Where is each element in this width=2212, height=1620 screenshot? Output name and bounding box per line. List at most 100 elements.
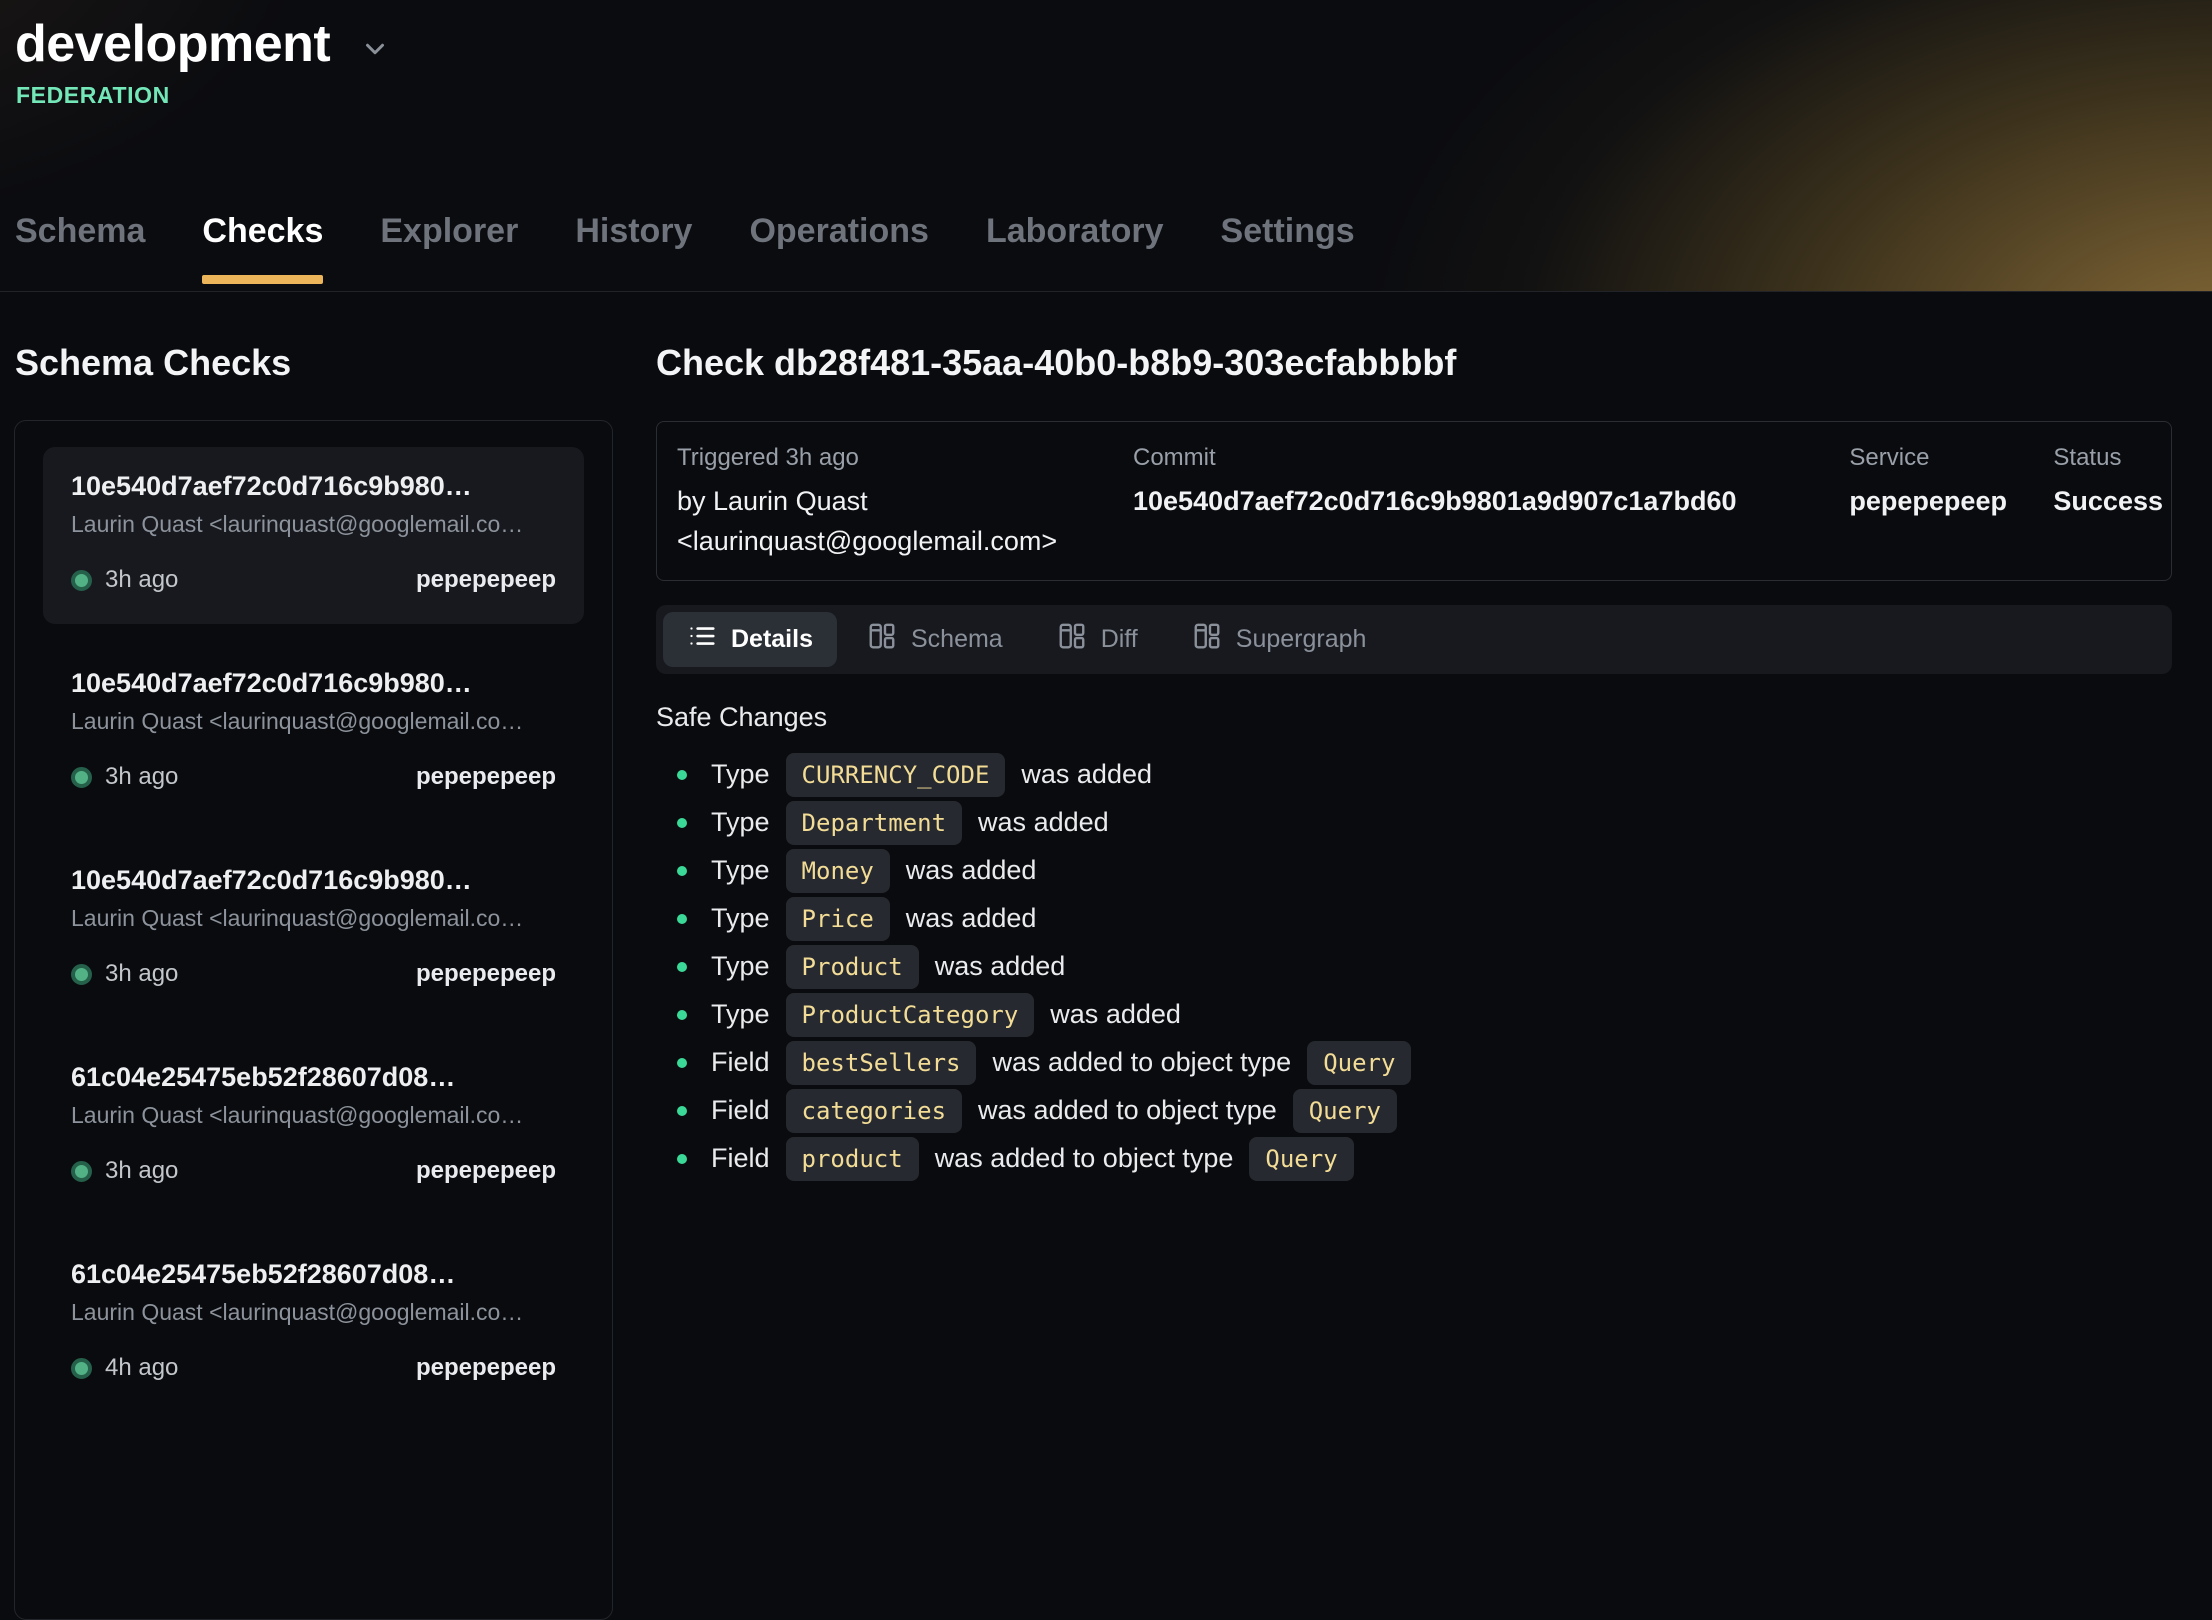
detail-tab-details[interactable]: Details bbox=[663, 612, 837, 667]
sidebar-title: Schema Checks bbox=[15, 342, 613, 384]
change-suffix: was added bbox=[906, 903, 1037, 934]
status-value: Success bbox=[2053, 482, 2163, 522]
change-row: Type Product was added bbox=[656, 943, 2172, 991]
bullet-icon bbox=[677, 914, 687, 924]
page: development FEDERATION Schema Checks Explo… bbox=[0, 0, 2212, 1474]
check-item-time: 3h ago bbox=[105, 960, 178, 988]
check-list-item[interactable]: 10e540d7aef72c0d716c9b980… Laurin Quast … bbox=[43, 447, 584, 624]
bullet-icon bbox=[677, 1154, 687, 1164]
detail-tab-diff[interactable]: Diff bbox=[1033, 612, 1162, 667]
columns-icon bbox=[1192, 621, 1222, 658]
info-service: Service pepepepeep bbox=[1849, 444, 2053, 562]
bullet-icon bbox=[677, 770, 687, 780]
nav-tab-operations[interactable]: Operations bbox=[749, 212, 928, 291]
change-kind: Type bbox=[711, 759, 770, 790]
check-list-item[interactable]: 10e540d7aef72c0d716c9b980… Laurin Quast … bbox=[43, 841, 584, 1018]
change-suffix: was added to object type bbox=[992, 1047, 1291, 1078]
change-kind: Type bbox=[711, 903, 770, 934]
bullet-icon bbox=[677, 962, 687, 972]
change-row: Field categories was added to object typ… bbox=[656, 1087, 2172, 1135]
detail-tabs: Details Schema Diff Supergraph bbox=[656, 605, 2172, 674]
nav-tab-settings[interactable]: Settings bbox=[1221, 212, 1355, 291]
nav-tab-checks[interactable]: Checks bbox=[202, 212, 323, 291]
bullet-icon bbox=[677, 1106, 687, 1116]
change-target-badge: Query bbox=[1307, 1041, 1411, 1085]
check-item-meta: 3h ago pepepepeep bbox=[71, 566, 556, 594]
check-item-author: Laurin Quast <laurinquast@googlemail.co… bbox=[71, 905, 556, 932]
change-suffix: was added bbox=[978, 807, 1109, 838]
check-item-time: 4h ago bbox=[105, 1354, 178, 1382]
nav-tab-explorer[interactable]: Explorer bbox=[380, 212, 518, 291]
check-list-item[interactable]: 10e540d7aef72c0d716c9b980… Laurin Quast … bbox=[43, 644, 584, 821]
page-title: development bbox=[15, 14, 330, 74]
section-title: Safe Changes bbox=[656, 702, 2172, 733]
info-commit: Commit 10e540d7aef72c0d716c9b9801a9d907c… bbox=[1133, 444, 1849, 562]
change-name-badge: bestSellers bbox=[786, 1041, 977, 1085]
change-suffix: was added bbox=[1050, 999, 1181, 1030]
info-status: Status Success bbox=[2053, 444, 2163, 562]
change-kind: Type bbox=[711, 807, 770, 838]
check-item-author: Laurin Quast <laurinquast@googlemail.co… bbox=[71, 1102, 556, 1129]
check-list-item[interactable]: 61c04e25475eb52f28607d08… Laurin Quast <… bbox=[43, 1038, 584, 1215]
service-label: Service bbox=[1849, 444, 2053, 472]
change-suffix: was added bbox=[1021, 759, 1152, 790]
change-name-badge: Money bbox=[786, 849, 890, 893]
info-triggered: Triggered 3h ago by Laurin Quast <laurin… bbox=[677, 444, 1133, 562]
list-icon bbox=[687, 621, 717, 658]
change-name-badge: product bbox=[786, 1137, 919, 1181]
commit-value: 10e540d7aef72c0d716c9b9801a9d907c1a7bd60 bbox=[1133, 482, 1849, 522]
main-nav: Schema Checks Explorer History Operations Lab… bbox=[15, 212, 1355, 291]
change-row: Type Department was added bbox=[656, 799, 2172, 847]
check-item-author: Laurin Quast <laurinquast@googlemail.co… bbox=[71, 511, 556, 538]
project-type-badge: FEDERATION bbox=[16, 82, 2212, 109]
change-name-badge: Price bbox=[786, 897, 890, 941]
columns-icon bbox=[1057, 621, 1087, 658]
check-item-meta: 3h ago pepepepeep bbox=[71, 1157, 556, 1185]
check-item-service: pepepepeep bbox=[416, 763, 556, 791]
status-dot-icon bbox=[71, 767, 92, 788]
nav-tab-laboratory[interactable]: Laboratory bbox=[986, 212, 1164, 291]
change-kind: Type bbox=[711, 951, 770, 982]
change-name-badge: CURRENCY_CODE bbox=[786, 753, 1006, 797]
change-suffix: was added bbox=[906, 855, 1037, 886]
check-item-time: 3h ago bbox=[105, 1157, 178, 1185]
service-value: pepepepeep bbox=[1849, 482, 2053, 522]
check-detail-panel: Check db28f481-35aa-40b0-b8b9-303ecfabbb… bbox=[656, 292, 2172, 1183]
check-item-service: pepepepeep bbox=[416, 566, 556, 594]
check-info-box: Triggered 3h ago by Laurin Quast <laurin… bbox=[656, 421, 2172, 581]
status-dot-icon bbox=[71, 1161, 92, 1182]
change-row: Field bestSellers was added to object ty… bbox=[656, 1039, 2172, 1087]
check-item-meta: 4h ago pepepepeep bbox=[71, 1354, 556, 1382]
commit-label: Commit bbox=[1133, 444, 1849, 472]
change-suffix: was added to object type bbox=[935, 1143, 1234, 1174]
check-list-item[interactable]: 61c04e25475eb52f28607d08… Laurin Quast <… bbox=[43, 1235, 584, 1412]
bullet-icon bbox=[677, 1010, 687, 1020]
bullet-icon bbox=[677, 1058, 687, 1068]
changes-list: Type CURRENCY_CODE was added Type Depart… bbox=[656, 751, 2172, 1183]
check-item-time: 3h ago bbox=[105, 566, 178, 594]
change-kind: Field bbox=[711, 1047, 770, 1078]
change-name-badge: categories bbox=[786, 1089, 963, 1133]
check-item-meta: 3h ago pepepepeep bbox=[71, 960, 556, 988]
chevron-down-icon[interactable] bbox=[360, 34, 390, 64]
status-label: Status bbox=[2053, 444, 2163, 472]
check-item-title: 61c04e25475eb52f28607d08… bbox=[71, 1259, 556, 1290]
change-kind: Type bbox=[711, 999, 770, 1030]
change-row: Type Price was added bbox=[656, 895, 2172, 943]
change-target-badge: Query bbox=[1249, 1137, 1353, 1181]
check-item-title: 10e540d7aef72c0d716c9b980… bbox=[71, 471, 556, 502]
nav-tab-history[interactable]: History bbox=[575, 212, 692, 291]
check-item-service: pepepepeep bbox=[416, 1157, 556, 1185]
detail-tab-supergraph[interactable]: Supergraph bbox=[1168, 612, 1391, 667]
check-item-author: Laurin Quast <laurinquast@googlemail.co… bbox=[71, 1299, 556, 1326]
columns-icon bbox=[867, 621, 897, 658]
change-row: Field product was added to object type Q… bbox=[656, 1135, 2172, 1183]
change-suffix: was added to object type bbox=[978, 1095, 1277, 1126]
check-item-title: 61c04e25475eb52f28607d08… bbox=[71, 1062, 556, 1093]
check-title: Check db28f481-35aa-40b0-b8b9-303ecfabbb… bbox=[656, 342, 2172, 384]
change-row: Type Money was added bbox=[656, 847, 2172, 895]
bullet-icon bbox=[677, 866, 687, 876]
change-row: Type ProductCategory was added bbox=[656, 991, 2172, 1039]
detail-tab-schema[interactable]: Schema bbox=[843, 612, 1027, 667]
nav-tab-schema[interactable]: Schema bbox=[15, 212, 145, 291]
